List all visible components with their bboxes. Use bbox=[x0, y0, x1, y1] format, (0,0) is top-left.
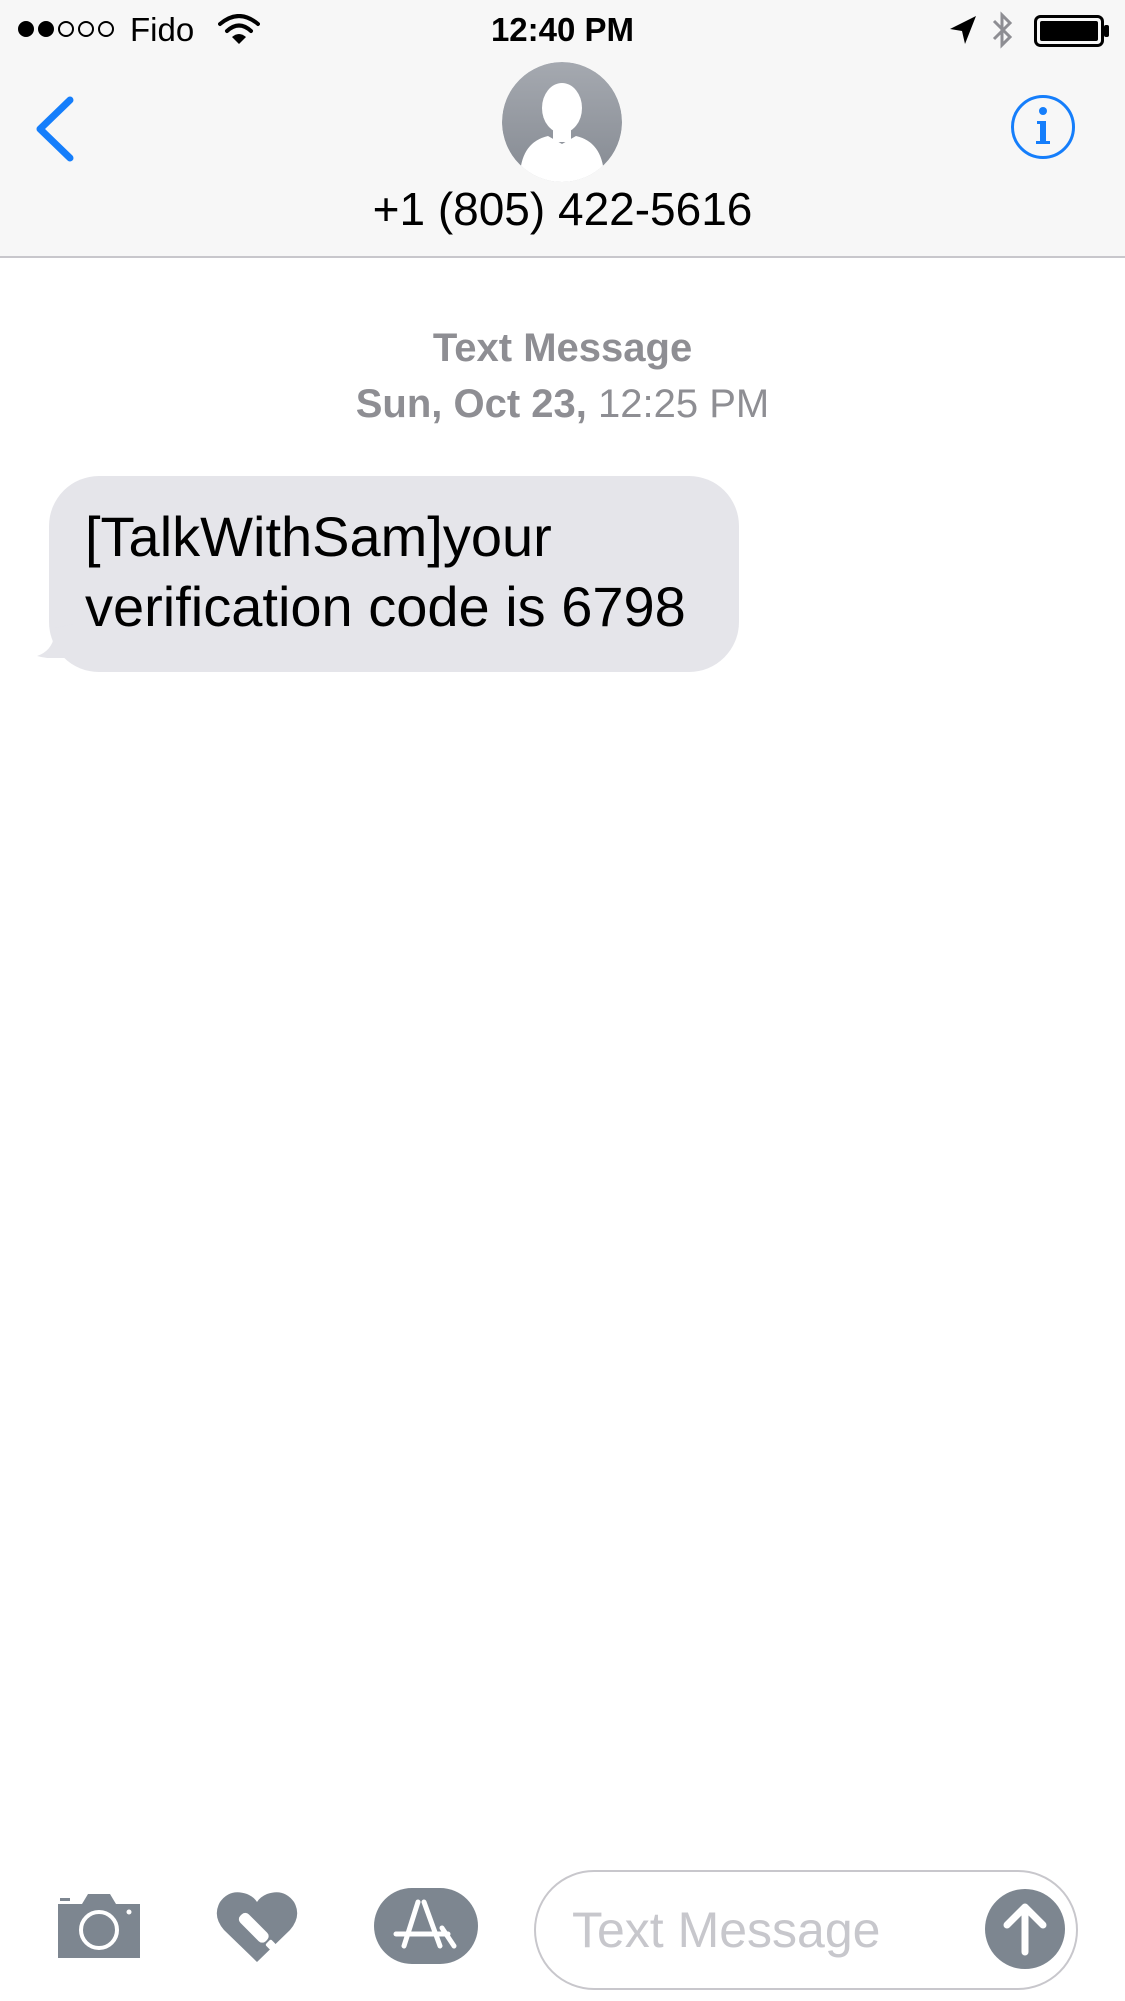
carrier-name: Fido bbox=[130, 11, 195, 48]
contact-avatar-icon[interactable] bbox=[502, 62, 622, 182]
battery-icon bbox=[1034, 15, 1110, 52]
message-text-line1: [TalkWithSam]your bbox=[85, 505, 552, 568]
message-service-label: Text Message bbox=[432, 326, 693, 370]
bluetooth-icon bbox=[990, 10, 1016, 55]
message-text-line2: verification code is 6798 bbox=[85, 575, 686, 638]
conversation-header: +1 (805) 422-5616 bbox=[0, 62, 1125, 258]
location-arrow-icon bbox=[948, 14, 978, 51]
incoming-message[interactable]: [TalkWithSam]your verification code is 6… bbox=[26, 476, 739, 672]
compose-bar bbox=[0, 1862, 1125, 2001]
message-date: Sun, Oct 23, bbox=[355, 382, 587, 426]
digital-touch-icon[interactable] bbox=[214, 1888, 300, 1969]
message-bubble[interactable]: [TalkWithSam]your verification code is 6… bbox=[37, 476, 739, 672]
bubble-tail bbox=[37, 604, 73, 674]
contact-number[interactable]: +1 (805) 422-5616 bbox=[0, 182, 1125, 236]
message-datetime: Sun, Oct 23, 12:25 PM bbox=[0, 376, 1125, 432]
camera-icon[interactable] bbox=[56, 1892, 142, 1965]
message-time: 12:25 PM bbox=[598, 382, 770, 426]
send-arrow-icon[interactable] bbox=[984, 1888, 1066, 1975]
status-bar: Fido 12:40 PM bbox=[0, 0, 1125, 62]
message-input[interactable] bbox=[572, 1894, 972, 1966]
back-chevron-icon[interactable] bbox=[30, 94, 80, 169]
cell-signal-icon bbox=[18, 21, 114, 37]
info-icon[interactable] bbox=[1010, 94, 1076, 165]
wifi-icon bbox=[218, 14, 260, 51]
message-input-field[interactable] bbox=[534, 1870, 1078, 1990]
thread-timestamp: Text Message Sun, Oct 23, 12:25 PM bbox=[0, 320, 1125, 432]
app-store-icon[interactable] bbox=[374, 1888, 478, 1969]
